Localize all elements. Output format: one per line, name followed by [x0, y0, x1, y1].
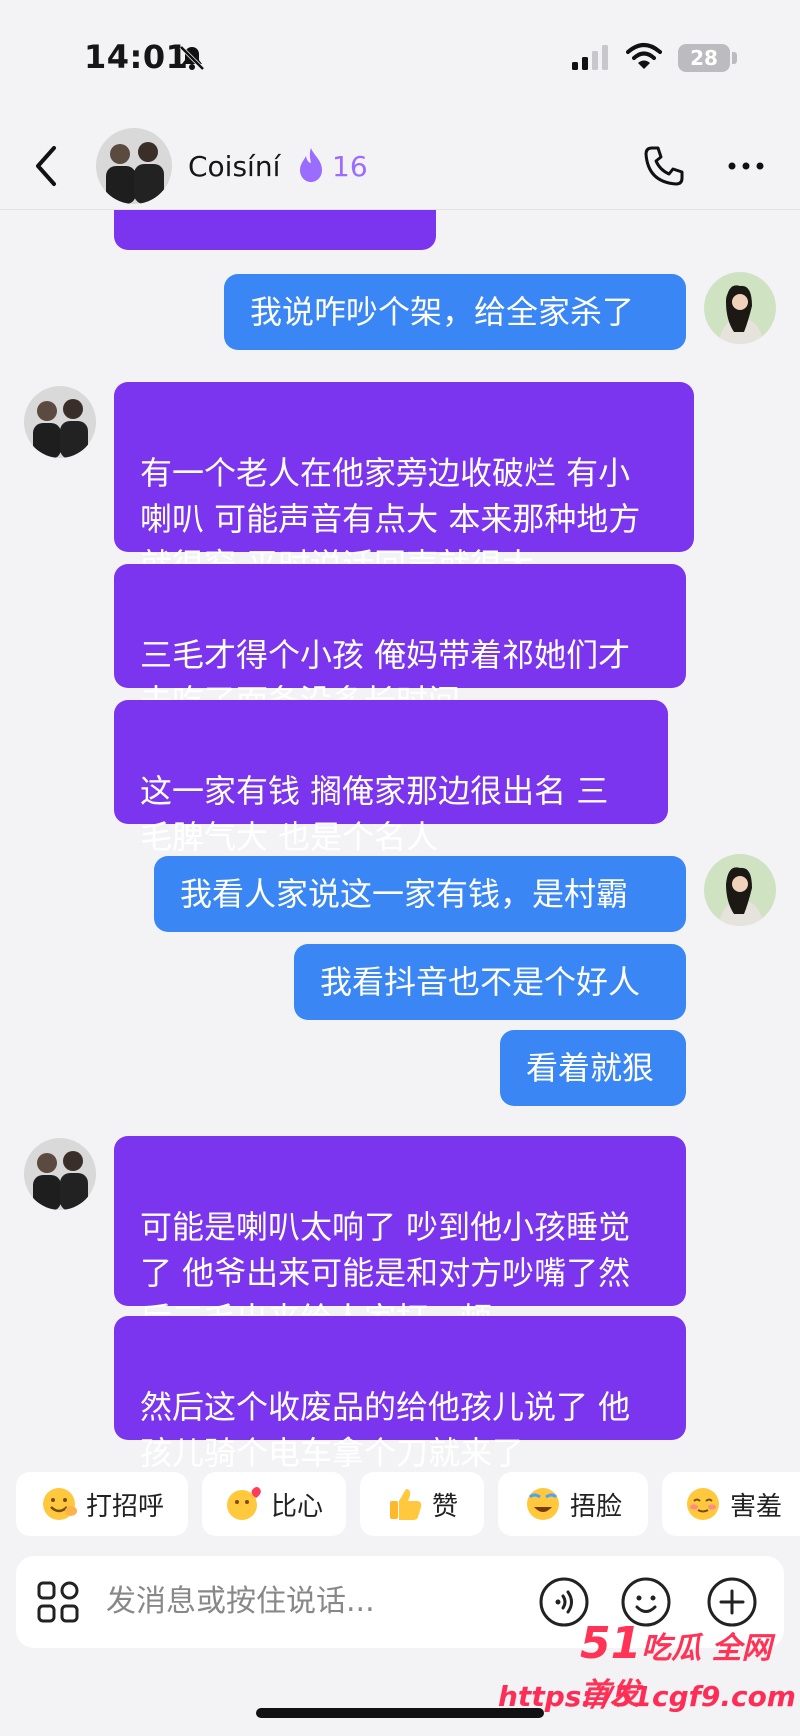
- two-people-photo-icon: [96, 128, 172, 204]
- heart-hand-emoji-icon: [226, 1487, 261, 1520]
- shy-emoji-icon: [687, 1488, 719, 1520]
- battery-level: 28: [690, 46, 718, 70]
- quick-reply-like[interactable]: 赞: [360, 1472, 484, 1536]
- message-bubble-received: 这一家有钱 搁俺家那边很出名 三 毛脾气大 也是个名人: [114, 700, 668, 856]
- apps-grid-icon[interactable]: [36, 1580, 80, 1624]
- message-text: 我看抖音也不是个好人: [320, 963, 641, 1001]
- contact-avatar[interactable]: [96, 128, 172, 204]
- cellular-signal-icon: [572, 45, 608, 70]
- two-people-photo-icon: [24, 1138, 96, 1210]
- contact-avatar-small[interactable]: [24, 1138, 96, 1210]
- flame-streak-count: 16: [332, 150, 368, 183]
- quick-reply-label: 赞: [431, 1491, 458, 1522]
- message-bubble-received: 三毛才得个小孩 俺妈带着祁她们才 去吃了面条没多长时间: [114, 564, 686, 720]
- message-bubble-received: 可能是喇叭太响了 吵到他小孩睡觉 了 他爷出来可能是和对方吵嘴了然 后三毛出来给…: [114, 1136, 686, 1338]
- quick-reply-shy[interactable]: 害羞: [662, 1472, 800, 1536]
- watermark-number: 51: [580, 1618, 642, 1669]
- quick-reply-label: 捂脸: [569, 1491, 622, 1522]
- girl-photo-icon: [704, 272, 776, 344]
- message-bubble-received: 然后这个收废品的给他孩儿说了 他 孩儿骑个电车拿个刀就来了: [114, 1316, 686, 1470]
- bell-off-icon: [179, 45, 205, 71]
- girl-photo-icon: [704, 854, 776, 926]
- message-bubble-received: 有一个老人在他家旁边收破烂 有小 喇叭 可能声音有点大 本来那种地方 就很窄 平…: [114, 382, 694, 584]
- contact-avatar-small[interactable]: [24, 386, 96, 458]
- message-bubble-sent: 我看抖音也不是个好人: [294, 944, 686, 1020]
- my-avatar[interactable]: [704, 272, 776, 344]
- message-bubble-sent: 我看人家说这一家有钱，是村霸: [154, 856, 686, 932]
- thumbs-up-emoji-icon: [389, 1489, 422, 1520]
- more-options-icon[interactable]: [724, 144, 768, 188]
- battery-cap: [732, 52, 737, 64]
- phone-call-icon[interactable]: [642, 144, 686, 188]
- flame-icon: [300, 148, 322, 182]
- home-indicator[interactable]: [256, 1708, 544, 1718]
- my-avatar[interactable]: [704, 854, 776, 926]
- two-people-photo-icon: [24, 386, 96, 458]
- message-text: 我看人家说这一家有钱，是村霸: [180, 875, 629, 913]
- quick-reply-heart[interactable]: 比心: [202, 1472, 346, 1536]
- wifi-icon: [626, 43, 662, 69]
- quick-reply-greet[interactable]: 打招呼: [16, 1472, 188, 1536]
- quick-reply-facepalm[interactable]: 捂脸: [498, 1472, 648, 1536]
- message-text: 然后这个收废品的给他孩儿说了 他 孩儿骑个电车拿个刀就来了: [140, 1388, 631, 1470]
- quick-reply-label: 比心: [270, 1491, 323, 1522]
- quick-reply-bar: 打招呼 比心 赞 捂脸 害羞: [0, 1472, 800, 1542]
- status-bar: 14:01 28: [0, 0, 800, 110]
- quick-reply-label: 打招呼: [85, 1491, 164, 1522]
- contact-name[interactable]: Coisíní: [188, 150, 280, 183]
- chat-header: Coisíní 16: [0, 120, 800, 210]
- message-text: 看着就狠: [526, 1049, 655, 1087]
- quick-reply-label: 害羞: [730, 1491, 783, 1522]
- wave-emoji-icon: [42, 1488, 77, 1520]
- chat-message-list[interactable]: 我说咋吵个架，给全家杀了 有一个老人在他家旁边收破烂 有小 喇叭 可能声音有点大…: [0, 210, 800, 1470]
- status-time: 14:01: [84, 38, 189, 76]
- message-text: 这一家有钱 搁俺家那边很出名 三 毛脾气大 也是个名人: [140, 772, 609, 856]
- facepalm-emoji-icon: [526, 1488, 559, 1520]
- battery-indicator: 28: [678, 44, 730, 72]
- back-arrow-icon[interactable]: [30, 144, 62, 188]
- message-input[interactable]: 发消息或按住说话...: [106, 1576, 375, 1620]
- message-bubble-partial: [114, 210, 436, 250]
- message-bubble-sent: 我说咋吵个架，给全家杀了: [224, 274, 686, 350]
- message-text: 我说咋吵个架，给全家杀了: [250, 293, 635, 331]
- watermark-url: https://51cgf9.com: [498, 1680, 796, 1713]
- message-bubble-sent: 看着就狠: [500, 1030, 686, 1106]
